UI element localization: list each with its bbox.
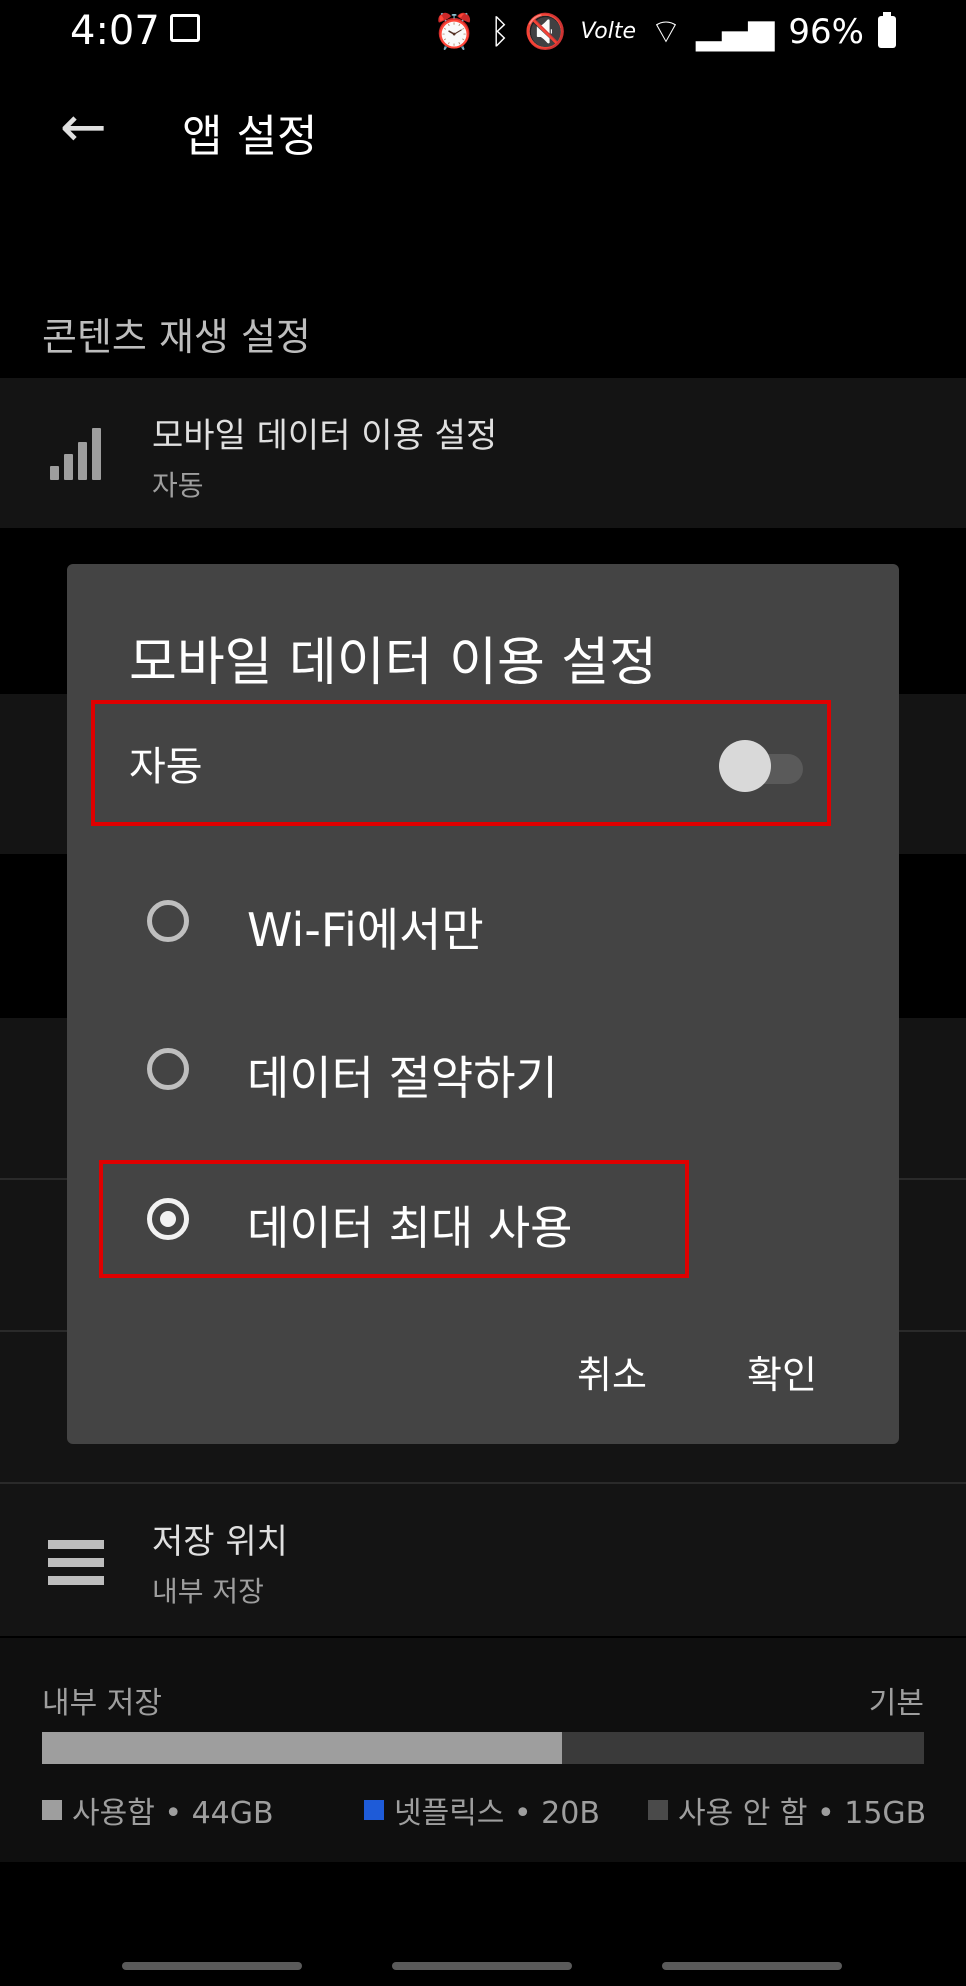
battery-icon: [878, 11, 896, 48]
nav-recent-apps[interactable]: [122, 1962, 302, 1970]
legend-used-label: 사용함 • 44GB: [72, 1796, 274, 1831]
image-icon: [170, 14, 200, 42]
storage-location-row[interactable]: 저장 위치 내부 저장: [0, 1484, 966, 1636]
option-data-saver-label: 데이터 절약하기: [247, 1051, 558, 1105]
mobile-data-setting-title: 모바일 데이터 이용 설정: [152, 416, 498, 456]
legend-free-label: 사용 안 함 • 15GB: [678, 1796, 927, 1831]
storage-usage-bar: [42, 1732, 924, 1764]
option-max-data-label: 데이터 최대 사용: [247, 1201, 573, 1255]
signal-bars-icon: [50, 428, 101, 480]
storage-default-label: 기본: [868, 1686, 924, 1721]
mobile-data-setting-value: 자동: [152, 469, 204, 502]
storage-label: 내부 저장: [42, 1686, 162, 1721]
nav-back[interactable]: [662, 1962, 842, 1970]
storage-location-title: 저장 위치: [152, 1522, 288, 1562]
bluetooth-icon: ᛒ: [489, 11, 511, 52]
cancel-button[interactable]: 취소: [577, 1344, 647, 1399]
option-wifi-only[interactable]: Wi-Fi에서만: [147, 894, 787, 957]
mobile-data-setting-row[interactable]: 모바일 데이터 이용 설정 자동: [0, 378, 966, 528]
mobile-data-dialog: 모바일 데이터 이용 설정 자동 Wi-Fi에서만 데이터 절약하기 데이터 최…: [67, 564, 899, 1444]
option-wifi-only-label: Wi-Fi에서만: [247, 903, 484, 957]
signal-icon: ▂▄▆: [695, 11, 775, 52]
volte-icon: Volte: [580, 19, 637, 44]
battery-percent: 96%: [788, 11, 864, 52]
dialog-title: 모바일 데이터 이용 설정: [129, 633, 657, 693]
toggle-thumb: [719, 740, 771, 792]
option-max-data[interactable]: 데이터 최대 사용: [147, 1192, 667, 1255]
back-arrow-icon[interactable]: ←: [60, 100, 107, 156]
legend-netflix: 넷플릭스 • 20B: [364, 1788, 600, 1832]
auto-label: 자동: [129, 744, 203, 790]
legend-used-swatch: [42, 1800, 62, 1820]
status-icons: ⏰ ᛒ 🔇 Volte ⌔ ▂▄▆ 96%: [433, 10, 896, 53]
storage-location-value: 내부 저장: [152, 1575, 264, 1608]
wifi-icon: ⌔: [650, 12, 682, 52]
legend-free-swatch: [648, 1800, 668, 1820]
auto-toggle[interactable]: [719, 740, 807, 792]
status-time: 4:07: [70, 8, 160, 54]
option-data-saver[interactable]: 데이터 절약하기: [147, 1042, 787, 1105]
legend-netflix-swatch: [364, 1800, 384, 1820]
alarm-icon: ⏰: [433, 11, 476, 52]
page-title: 앱 설정: [182, 111, 318, 162]
radio-data-saver[interactable]: [147, 1048, 189, 1090]
radio-wifi-only[interactable]: [147, 900, 189, 942]
storage-usage-bar-used: [42, 1732, 563, 1764]
legend-used: 사용함 • 44GB: [42, 1788, 274, 1832]
mute-icon: 🔇: [524, 11, 567, 52]
section-title-playback: 콘텐츠 재생 설정: [42, 315, 311, 359]
storage-list-icon: [48, 1540, 104, 1586]
radio-max-data[interactable]: [147, 1198, 189, 1240]
legend-free: 사용 안 함 • 15GB: [648, 1788, 926, 1832]
nav-home[interactable]: [392, 1962, 572, 1970]
confirm-button[interactable]: 확인: [747, 1344, 817, 1399]
legend-netflix-label: 넷플릭스 • 20B: [394, 1796, 600, 1831]
